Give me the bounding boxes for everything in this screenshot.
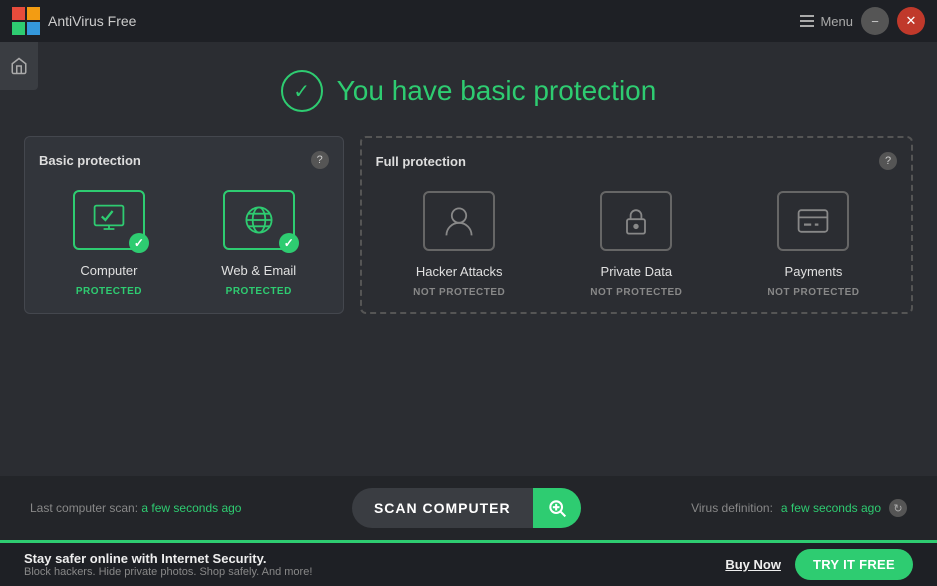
- close-button[interactable]: ✕: [897, 7, 925, 35]
- computer-icon-wrap: ✓: [69, 185, 149, 255]
- menu-label: Menu: [820, 14, 853, 29]
- scan-time: a few seconds ago: [141, 501, 241, 515]
- title-bar-controls: Menu − ✕: [800, 7, 925, 35]
- hacker-attacks-icon-bg: [423, 191, 495, 251]
- app-title: AntiVirus Free: [48, 13, 136, 29]
- header-title: You have basic protection: [337, 75, 657, 107]
- computer-item-status: PROTECTED: [76, 286, 142, 297]
- scan-icon: [547, 498, 567, 518]
- web-email-item-status: PROTECTED: [226, 286, 292, 297]
- header-status: ✓ You have basic protection: [281, 70, 657, 112]
- private-data-protection-item[interactable]: Private Data NOT PROTECTED: [553, 186, 720, 298]
- header-section: ✓ You have basic protection: [0, 42, 937, 136]
- hamburger-icon: [800, 15, 814, 27]
- computer-icon: [91, 202, 127, 238]
- private-data-item-status: NOT PROTECTED: [590, 287, 682, 298]
- web-email-item-name: Web & Email: [221, 263, 296, 278]
- buy-now-button[interactable]: Buy Now: [725, 557, 781, 572]
- web-email-protection-item[interactable]: ✓ Web & Email PROTECTED: [189, 185, 329, 297]
- hacker-attacks-item-name: Hacker Attacks: [416, 264, 503, 279]
- full-protection-panel: Full protection ? Hacker Attacks: [360, 136, 913, 314]
- basic-help-button[interactable]: ?: [311, 151, 329, 169]
- private-data-icon: [618, 203, 654, 239]
- hacker-attacks-icon: [441, 203, 477, 239]
- scan-button-wrap: SCAN COMPUTER: [261, 488, 671, 528]
- panels-container: Basic protection ? ✓: [0, 136, 937, 314]
- payments-icon: [795, 203, 831, 239]
- payments-item-status: NOT PROTECTED: [767, 287, 859, 298]
- computer-protection-item[interactable]: ✓ Computer PROTECTED: [39, 185, 179, 297]
- full-help-button[interactable]: ?: [879, 152, 897, 170]
- sidebar-home-button[interactable]: [0, 42, 38, 90]
- payments-item-name: Payments: [785, 264, 843, 279]
- minimize-button[interactable]: −: [861, 7, 889, 35]
- scan-button-label: SCAN COMPUTER: [352, 490, 533, 526]
- status-check-icon: ✓: [293, 79, 310, 104]
- hacker-attacks-icon-wrap: [419, 186, 499, 256]
- title-bar: AntiVirus Free Menu − ✕: [0, 0, 937, 42]
- payments-icon-bg: [777, 191, 849, 251]
- web-email-icon-wrap: ✓: [219, 185, 299, 255]
- computer-item-name: Computer: [80, 263, 137, 278]
- promo-actions: Buy Now TRY IT FREE: [725, 549, 913, 580]
- basic-panel-title: Basic protection: [39, 153, 141, 168]
- hacker-attacks-item-status: NOT PROTECTED: [413, 287, 505, 298]
- promo-main-text: Stay safer online with Internet Security…: [24, 551, 705, 566]
- avg-logo-icon: [12, 7, 40, 35]
- hacker-attacks-protection-item[interactable]: Hacker Attacks NOT PROTECTED: [376, 186, 543, 298]
- promo-text: Stay safer online with Internet Security…: [24, 551, 705, 578]
- payments-icon-wrap: [773, 186, 853, 256]
- menu-button[interactable]: Menu: [800, 14, 853, 29]
- last-scan-info: Last computer scan: a few seconds ago: [30, 501, 241, 515]
- virus-time: a few seconds ago: [781, 501, 881, 515]
- web-email-check-badge: ✓: [279, 233, 299, 253]
- web-email-icon: [241, 202, 277, 238]
- status-circle: ✓: [281, 70, 323, 112]
- home-icon: [10, 57, 28, 75]
- payments-protection-item[interactable]: Payments NOT PROTECTED: [730, 186, 897, 298]
- scan-label: Last computer scan:: [30, 501, 138, 515]
- basic-panel-header: Basic protection ?: [39, 151, 329, 169]
- basic-protection-panel: Basic protection ? ✓: [24, 136, 344, 314]
- avg-logo: AntiVirus Free: [12, 7, 136, 35]
- content-area: ✓ You have basic protection Basic protec…: [0, 42, 937, 586]
- private-data-icon-bg: [600, 191, 672, 251]
- basic-items-row: ✓ Computer PROTECTED: [39, 185, 329, 297]
- private-data-icon-wrap: [596, 186, 676, 256]
- bottom-bar: Last computer scan: a few seconds ago SC…: [0, 476, 937, 540]
- full-panel-header: Full protection ?: [376, 152, 897, 170]
- full-items-row: Hacker Attacks NOT PROTECTED: [376, 186, 897, 298]
- full-panel-title: Full protection: [376, 154, 466, 169]
- computer-check-badge: ✓: [129, 233, 149, 253]
- promo-sub-text: Block hackers. Hide private photos. Shop…: [24, 566, 705, 578]
- virus-label: Virus definition:: [691, 501, 773, 515]
- scan-button-icon: [533, 488, 581, 528]
- refresh-icon[interactable]: ↻: [889, 499, 907, 517]
- private-data-item-name: Private Data: [601, 264, 673, 279]
- virus-definition-info: Virus definition: a few seconds ago ↻: [691, 499, 907, 517]
- try-free-button[interactable]: TRY IT FREE: [795, 549, 913, 580]
- promo-bar: Stay safer online with Internet Security…: [0, 540, 937, 586]
- scan-button[interactable]: SCAN COMPUTER: [352, 488, 581, 528]
